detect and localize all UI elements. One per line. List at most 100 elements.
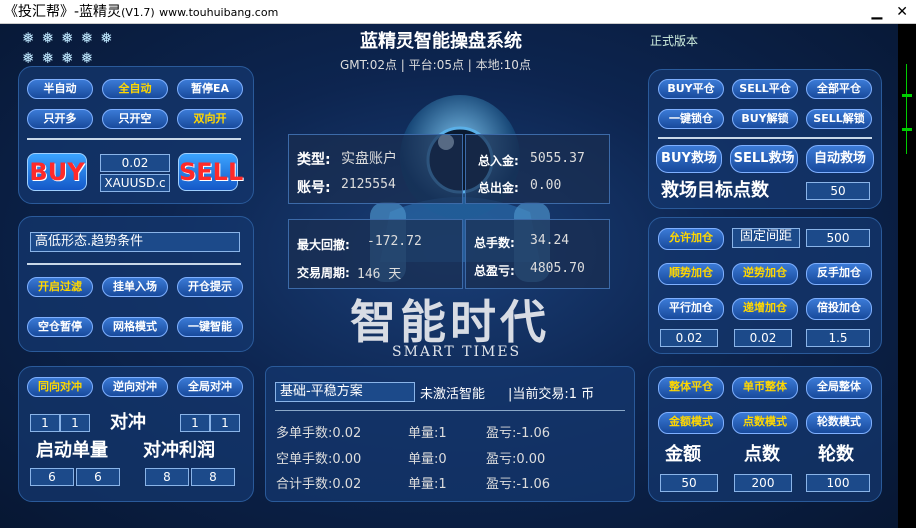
- pause-ea-button[interactable]: 暂停EA: [177, 79, 243, 99]
- short-hands: 空单手数:0.00: [276, 452, 362, 467]
- long-hands: 多单手数:0.02: [276, 426, 362, 441]
- counter-add-button[interactable]: 逆势加仓: [732, 263, 798, 285]
- current-trade: |当前交易:1 币: [508, 387, 595, 402]
- sell-rescue-button[interactable]: SELL救场: [730, 145, 798, 173]
- close-icon[interactable]: ✕: [896, 0, 908, 24]
- full-auto-button[interactable]: 全自动: [102, 79, 168, 99]
- incr-add-button[interactable]: 递增加仓: [732, 298, 798, 320]
- buy-button[interactable]: BUY: [27, 153, 87, 191]
- only-long-button[interactable]: 只开多: [27, 109, 93, 129]
- total-hands: 合计手数:0.02: [276, 477, 362, 492]
- flat-pause-button[interactable]: 空仓暂停: [27, 317, 93, 337]
- points-input[interactable]: 200: [734, 474, 792, 492]
- short-pnl: 盈亏:0.00: [486, 452, 546, 467]
- same-hedge-button[interactable]: 同向对冲: [27, 377, 93, 397]
- grid-mode-button[interactable]: 网格模式: [102, 317, 168, 337]
- total-pnl: 盈亏:-1.06: [486, 477, 551, 492]
- brand-en: SMART TIMES: [392, 344, 522, 360]
- hedge-input-1[interactable]: 1: [30, 414, 60, 432]
- rounds-input[interactable]: 100: [806, 474, 870, 492]
- only-short-button[interactable]: 只开空: [102, 109, 168, 129]
- condition-dropdown[interactable]: 高低形态.趋势条件: [30, 232, 240, 252]
- buy-unlock-button[interactable]: BUY解锁: [732, 109, 798, 129]
- whole-close-button[interactable]: 整体平仓: [658, 377, 724, 399]
- withdraw-value: 0.00: [530, 178, 562, 193]
- profit-label: 总盈亏:: [474, 264, 515, 278]
- lot-input[interactable]: 0.02: [100, 154, 170, 172]
- plan-dropdown[interactable]: 基础-平稳方案: [275, 382, 415, 402]
- short-count: 单量:0: [408, 452, 447, 467]
- global-whole-button[interactable]: 全局整体: [806, 377, 872, 399]
- window-title-bar: 《投汇帮》-蓝精灵(V1.7) www.touhuibang.com ▁ ✕: [0, 0, 916, 24]
- chart-strip: [898, 24, 916, 528]
- rounds-mode-button[interactable]: 轮数模式: [806, 412, 872, 434]
- cycle-value: 146 天: [357, 267, 402, 282]
- app-title: 蓝精灵智能操盘系统: [360, 31, 522, 52]
- points-label: 点数: [744, 444, 780, 465]
- drawdown-panel: 最大回撤: -172.72 交易周期: 146 天: [288, 219, 463, 289]
- hedge-input-3[interactable]: 1: [180, 414, 210, 432]
- account-info-panel: 类型: 实盘账户 账号: 2125554: [288, 134, 463, 204]
- start-lot-input-1[interactable]: 6: [30, 468, 74, 486]
- hedge-input-2[interactable]: 1: [60, 414, 90, 432]
- total-count: 单量:1: [408, 477, 447, 492]
- hedge-profit-label: 对冲利润: [143, 440, 215, 461]
- acct-value: 2125554: [341, 177, 396, 192]
- hands-value: 34.24: [530, 233, 570, 248]
- open-filter-button[interactable]: 开启过滤: [27, 277, 93, 297]
- hedge-profit-input-2[interactable]: 8: [191, 468, 235, 486]
- open-alert-button[interactable]: 开仓提示: [177, 277, 243, 297]
- deposit-label: 总入金:: [478, 154, 519, 168]
- allow-add-button[interactable]: 允许加仓: [658, 228, 724, 250]
- window-title: 《投汇帮》-蓝精灵: [4, 4, 122, 20]
- version-label: 正式版本: [650, 34, 699, 48]
- type-value: 实盘账户: [341, 151, 397, 167]
- semi-auto-button[interactable]: 半自动: [27, 79, 93, 99]
- pending-entry-button[interactable]: 挂单入场: [102, 277, 168, 297]
- buy-rescue-button[interactable]: BUY救场: [656, 145, 722, 173]
- single-whole-button[interactable]: 单币整体: [732, 377, 798, 399]
- sell-close-button[interactable]: SELL平仓: [732, 79, 798, 99]
- minimize-icon[interactable]: ▁: [871, 0, 882, 24]
- rounds-label: 轮数: [818, 444, 854, 465]
- amount-input[interactable]: 50: [660, 474, 718, 492]
- cycle-label: 交易周期:: [297, 266, 350, 280]
- acct-label: 账号:: [297, 180, 331, 196]
- trend-add-button[interactable]: 顺势加仓: [658, 263, 724, 285]
- long-pnl: 盈亏:-1.06: [486, 426, 551, 441]
- one-lock-button[interactable]: 一键锁仓: [658, 109, 724, 129]
- sell-button[interactable]: SELL: [178, 153, 243, 191]
- global-hedge-button[interactable]: 全局对冲: [177, 377, 243, 397]
- all-close-button[interactable]: 全部平仓: [806, 79, 872, 99]
- reverse-hedge-button[interactable]: 逆向对冲: [102, 377, 168, 397]
- add-input-1[interactable]: 0.02: [660, 329, 718, 347]
- one-click-smart-button[interactable]: 一键智能: [177, 317, 243, 337]
- snowflake-icons: ❅❅❅❅❅ ❅❅❅❅: [22, 29, 120, 67]
- add-input-2[interactable]: 0.02: [734, 329, 792, 347]
- main-area: ❅❅❅❅❅ ❅❅❅❅ 蓝精灵智能操盘系统 GMT:02点 | 平台:05点 | 本…: [0, 24, 898, 528]
- brand-cn: 智能时代: [350, 295, 550, 349]
- add-input-3[interactable]: 1.5: [806, 329, 870, 347]
- multi-add-button[interactable]: 倍投加仓: [806, 298, 872, 320]
- points-mode-button[interactable]: 点数模式: [732, 412, 798, 434]
- divider: [275, 410, 625, 411]
- start-lot-input-2[interactable]: 6: [76, 468, 120, 486]
- buy-close-button[interactable]: BUY平仓: [658, 79, 724, 99]
- divider: [658, 137, 872, 139]
- hedge-input-4[interactable]: 1: [210, 414, 240, 432]
- amount-mode-button[interactable]: 金额模式: [658, 412, 724, 434]
- hedge-profit-input-1[interactable]: 8: [145, 468, 189, 486]
- rescue-target-input[interactable]: 50: [806, 182, 870, 200]
- rescue-target-label: 救场目标点数: [661, 180, 769, 201]
- both-open-button[interactable]: 双向开: [177, 109, 243, 129]
- hedge-label: 对冲: [110, 412, 146, 433]
- parallel-add-button[interactable]: 平行加仓: [658, 298, 724, 320]
- time-info: GMT:02点 | 平台:05点 | 本地:10点: [340, 58, 531, 72]
- distance-input[interactable]: 500: [806, 229, 870, 247]
- auto-rescue-button[interactable]: 自动救场: [806, 145, 874, 173]
- sell-unlock-button[interactable]: SELL解锁: [806, 109, 872, 129]
- dd-label: 最大回撤:: [297, 238, 350, 252]
- reverse-add-button[interactable]: 反手加仓: [806, 263, 872, 285]
- fixed-distance-dropdown[interactable]: 固定间距: [732, 228, 800, 248]
- symbol-input[interactable]: XAUUSD.c: [100, 174, 170, 192]
